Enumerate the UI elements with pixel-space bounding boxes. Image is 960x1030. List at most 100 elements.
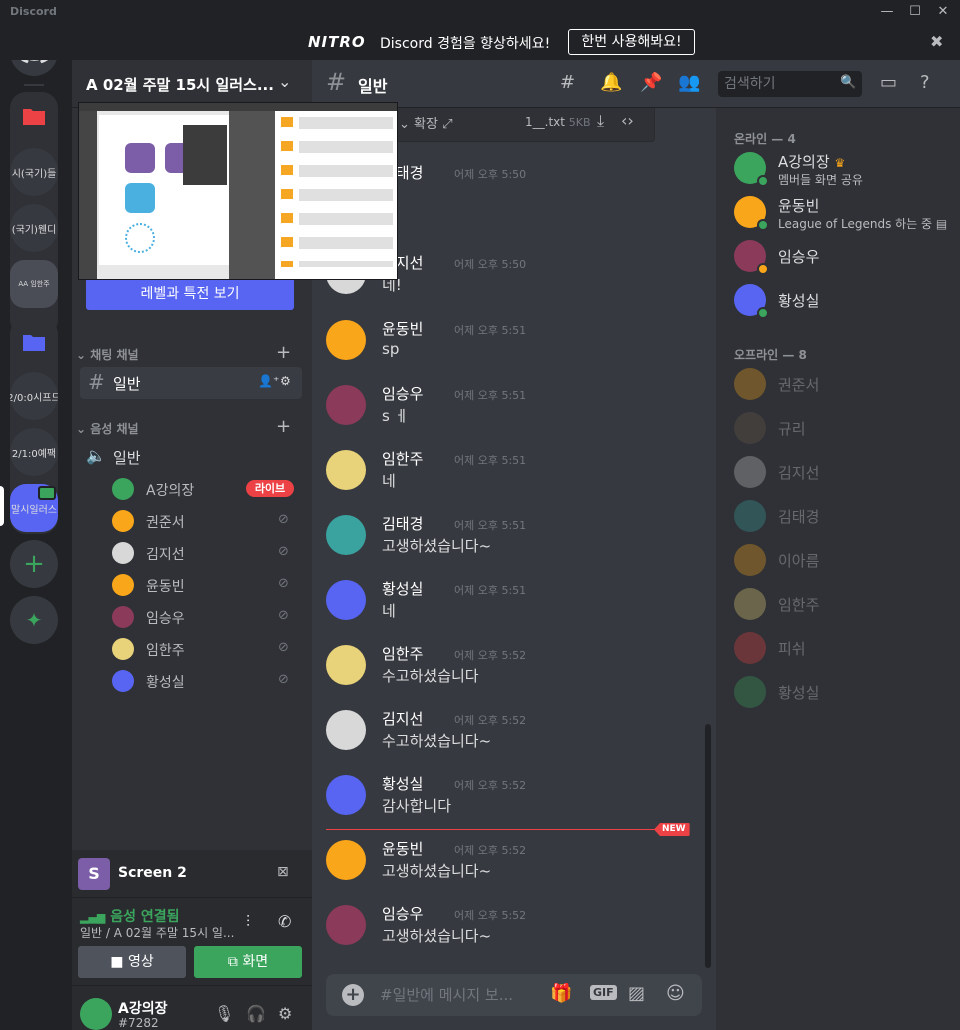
bell-icon[interactable]: 🔔: [600, 72, 622, 93]
screen-thumb: S: [78, 858, 110, 890]
member-item[interactable]: 권준서: [734, 364, 954, 404]
folder-icon[interactable]: [10, 92, 58, 140]
member-item[interactable]: 규리: [734, 408, 954, 448]
avatar[interactable]: [326, 905, 366, 945]
message-author[interactable]: 임한주: [382, 448, 423, 469]
avatar[interactable]: [326, 450, 366, 490]
server-4[interactable]: 2/0:0시프드: [10, 372, 58, 420]
voice-user[interactable]: A강의장 라이브: [112, 476, 302, 502]
microphone-icon[interactable]: 🎙: [214, 1004, 234, 1023]
message-author[interactable]: 임한주: [382, 643, 423, 664]
window-close-button[interactable]: ✕: [930, 2, 956, 22]
threads-icon[interactable]: #: [560, 72, 575, 93]
headphones-icon[interactable]: 🎧: [246, 1004, 266, 1023]
screen-button[interactable]: ⧉ 화면: [194, 946, 302, 978]
attach-plus-icon[interactable]: +: [342, 984, 364, 1006]
voice-user[interactable]: 임승우 ⊘: [112, 604, 302, 630]
voice-user[interactable]: 권준서 ⊘: [112, 508, 302, 534]
nitro-close-icon[interactable]: ✖: [930, 32, 943, 51]
message-time: 어제 오후 5:52: [454, 779, 527, 792]
voice-location[interactable]: 일반 / A 02월 주말 15시 일...: [80, 924, 234, 941]
avatar[interactable]: [80, 998, 112, 1030]
server-2[interactable]: (국기)웬디: [10, 204, 58, 252]
message-time: 어제 오후 5:50: [454, 168, 527, 181]
disconnect-icon[interactable]: ✆: [278, 912, 291, 931]
message-author[interactable]: 임승우: [382, 383, 423, 404]
message-author[interactable]: 김지선: [382, 708, 423, 729]
member-item[interactable]: 황성실: [734, 280, 954, 320]
folder-icon-2[interactable]: [10, 318, 58, 366]
add-voice-channel-icon[interactable]: +: [276, 416, 291, 437]
member-item[interactable]: 김태경: [734, 496, 954, 536]
voice-category[interactable]: ⌄ 음성 채널: [76, 420, 139, 437]
voice-user[interactable]: 김지선 ⊘: [112, 540, 302, 566]
stop-stream-icon[interactable]: ⊠: [277, 864, 289, 880]
voice-user[interactable]: 임한주 ⊘: [112, 636, 302, 662]
message-author[interactable]: 황성실: [382, 578, 423, 599]
message-author[interactable]: 김태경: [382, 513, 423, 534]
chat-scrollbar[interactable]: [705, 724, 711, 968]
message-author[interactable]: 황성실: [382, 773, 423, 794]
video-button[interactable]: ■ 영상: [78, 946, 186, 978]
avatar[interactable]: [326, 515, 366, 555]
boost-perks-button[interactable]: 레벨과 특전 보기: [86, 278, 294, 310]
member-item[interactable]: A강의장 ♛ 멤버들 화면 공유: [734, 148, 954, 188]
help-icon[interactable]: ?: [920, 72, 930, 93]
gear-icon[interactable]: ⚙: [280, 374, 291, 388]
member-item[interactable]: 김지선: [734, 452, 954, 492]
add-server-button[interactable]: +: [10, 540, 58, 588]
server-5[interactable]: 2/1:0예팩: [10, 428, 58, 476]
avatar: [734, 412, 766, 444]
message-author[interactable]: 윤동빈: [382, 838, 423, 859]
maximize-button[interactable]: ☐: [902, 2, 928, 22]
member-item[interactable]: 임한주: [734, 584, 954, 624]
channel-general[interactable]: # 일반 👤⁺ ⚙: [80, 367, 302, 399]
member-list-icon[interactable]: 👥: [678, 72, 700, 93]
sticker-icon[interactable]: ▨: [628, 983, 645, 1004]
avatar[interactable]: [326, 385, 366, 425]
guild-header[interactable]: A 02월 주말 15시 일러스... ⌄: [72, 60, 312, 108]
voice-channel-general[interactable]: 🔈 일반: [80, 443, 302, 471]
server-1[interactable]: 시(국기)들: [10, 148, 58, 196]
emoji-icon[interactable]: ☺: [666, 983, 685, 1004]
avatar[interactable]: [326, 580, 366, 620]
message-input[interactable]: [380, 984, 540, 1006]
chevron-down-icon[interactable]: ⌄: [278, 72, 291, 91]
invite-icon[interactable]: 👤⁺: [258, 374, 279, 388]
inbox-icon[interactable]: ▭: [880, 72, 897, 93]
code-icon[interactable]: ‹›: [621, 111, 634, 130]
voice-user[interactable]: 황성실 ⊘: [112, 668, 302, 694]
member-item[interactable]: 윤동빈 League of Legends 하는 중 ▤: [734, 192, 954, 232]
avatar: [112, 606, 134, 628]
explore-icon[interactable]: ✦: [10, 596, 58, 644]
download-icon[interactable]: ⤓: [597, 111, 604, 131]
member-item[interactable]: 임승우: [734, 236, 954, 276]
message-text: 네: [382, 472, 396, 490]
server-3[interactable]: AA 임한주: [10, 260, 58, 308]
minimize-button[interactable]: —: [874, 2, 900, 22]
gift-icon[interactable]: 🎁: [550, 983, 572, 1004]
member-item[interactable]: 이아름: [734, 540, 954, 580]
pin-icon[interactable]: 📌: [640, 72, 662, 93]
expand-toggle[interactable]: ⌄ 확장 ⤢: [399, 113, 453, 132]
member-item[interactable]: 황성실: [734, 672, 954, 712]
member-item[interactable]: 피쉬: [734, 628, 954, 668]
avatar[interactable]: [326, 710, 366, 750]
avatar[interactable]: [326, 320, 366, 360]
message-author[interactable]: 윤동빈: [382, 318, 423, 339]
message-time: 어제 오후 5:51: [454, 519, 527, 532]
settings-gear-icon[interactable]: ⚙: [278, 1004, 292, 1023]
add-channel-icon[interactable]: +: [276, 342, 291, 363]
gif-button[interactable]: GIF: [590, 985, 617, 1000]
avatar[interactable]: [326, 840, 366, 880]
noise-suppression-icon[interactable]: ⫶: [246, 912, 250, 932]
search-icon: 🔍: [840, 75, 857, 90]
message-author[interactable]: 임승우: [382, 903, 423, 924]
avatar[interactable]: [326, 775, 366, 815]
message-text: 수고하셨습니다~: [382, 732, 492, 750]
stream-preview[interactable]: [78, 102, 398, 280]
text-category[interactable]: ⌄ 채팅 채널: [76, 346, 139, 363]
nitro-try-button[interactable]: 한번 사용해봐요!: [568, 29, 695, 55]
avatar[interactable]: [326, 645, 366, 685]
voice-user[interactable]: 윤동빈 ⊘: [112, 572, 302, 598]
